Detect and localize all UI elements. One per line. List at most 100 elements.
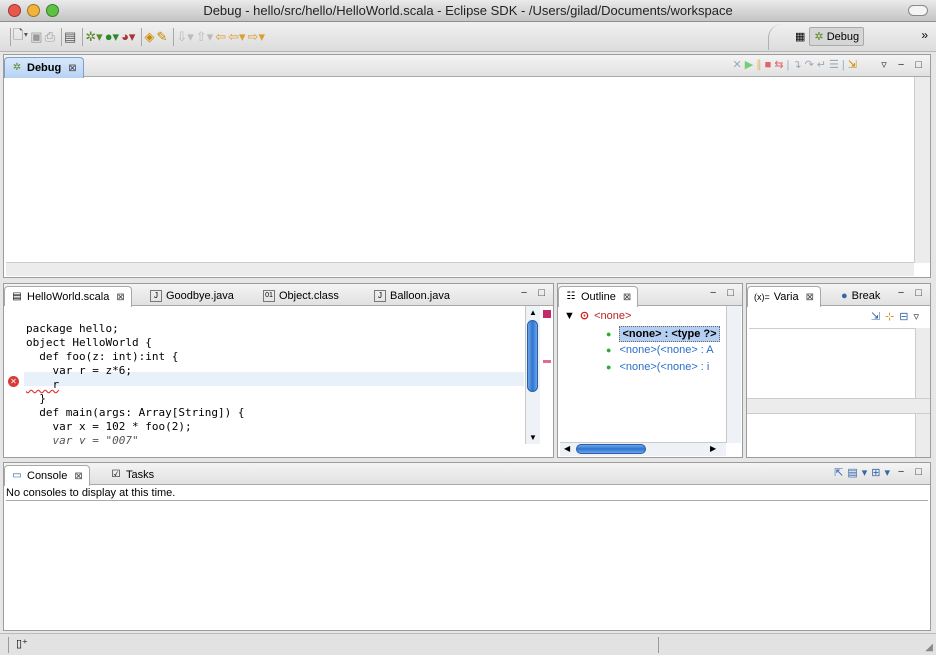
method-icon: ● [606,362,612,372]
resize-grip-icon[interactable]: ◢ [925,642,933,653]
tab-goodbye-java[interactable]: J Goodbye.java [144,286,240,306]
toolbar-toggle-button[interactable] [908,5,928,16]
error-annotation-marker[interactable] [543,360,551,363]
tab-breakpoints[interactable]: ● Break [835,286,886,306]
step-return-icon[interactable]: ↵ [817,59,829,71]
view-menu-icon[interactable]: ▿ [913,311,924,323]
collapse-all-icon[interactable]: ⊟ [899,311,913,323]
outline-root-label: <none> [594,309,632,322]
disconnect-icon[interactable]: ⇆ [774,59,786,71]
debug-tab-label: Debug [27,61,62,74]
step-into-icon[interactable]: ↴ [792,59,804,71]
tab-balloon-java[interactable]: J Balloon.java [368,286,456,306]
scroll-up-icon[interactable]: ▲ [529,308,537,317]
code-line: var y = "007" [26,434,139,444]
outline-root[interactable]: ▼ ⊙ <none> [564,309,632,323]
scroll-right-icon[interactable]: ▶ [710,444,716,453]
minimize-window-button[interactable] [27,4,40,17]
terminate-icon[interactable]: ■ [765,59,775,71]
tab-helloworld-scala[interactable]: ▤ HelloWorld.scala ⊠ [4,286,132,307]
open-task-icon[interactable]: ✎ [156,29,167,45]
outline-item[interactable]: ● <none>(<none> : A [606,344,731,356]
run-icon[interactable]: ●▾ [105,29,119,45]
tab-object-class[interactable]: 01 Object.class [257,286,345,306]
tab-console[interactable]: ▭ Console ⊠ [4,465,90,486]
prev-annotation-icon[interactable]: ⇧▾ [196,29,213,45]
open-console-icon[interactable]: ⊞▾ [871,467,894,479]
editor-scrollbar[interactable]: ▲ ▼ [525,306,540,444]
scroll-left-icon[interactable]: ◀ [564,444,570,453]
resume-icon[interactable]: ▶ [745,59,756,71]
display-console-icon[interactable]: ▤▾ [847,467,871,479]
outline-vscrollbar[interactable] [726,306,741,443]
tab-variables[interactable]: (x)= Varia ⊠ [747,286,822,307]
scroll-down-icon[interactable]: ▼ [529,433,537,442]
class-file-icon: 01 [263,290,275,302]
suspend-icon[interactable]: ∥ [756,59,765,71]
tab-label: Goodbye.java [166,289,234,302]
editor-scroll-thumb[interactable] [527,320,538,392]
outline-scroll-thumb[interactable] [576,444,646,454]
save-icon[interactable]: ▣ [30,29,42,45]
print-icon[interactable]: ⎙ [45,29,55,45]
detail-scrollbar[interactable] [915,414,930,457]
tab-debug[interactable]: ✲ Debug ⊠ [4,57,84,78]
outline-minmax[interactable]: − □ [710,287,738,299]
console-minmax[interactable]: − □ [898,466,926,478]
error-marker-icon[interactable]: ✕ [8,376,19,387]
fast-view-icon[interactable]: ▯⁺ [16,637,28,650]
collapse-icon[interactable]: ▼ [564,310,575,322]
close-window-button[interactable] [8,4,21,17]
external-tools-icon[interactable]: ◕▾ [121,29,135,45]
last-edit-icon[interactable]: ⇦ [215,29,226,45]
error-summary-icon[interactable] [543,310,551,318]
console-icon: ▭ [12,470,22,481]
binary-icon[interactable]: ▤ [64,29,76,45]
debug-scrollbar[interactable] [914,77,930,263]
variables-tab-label: Varia [773,290,799,303]
code-area[interactable]: package hello; object HelloWorld { def fo… [26,308,524,444]
perspective-overflow[interactable]: » [921,28,928,42]
back-icon[interactable]: ⇦▾ [228,29,245,45]
perspective-debug-button[interactable]: ✲ Debug [809,27,865,46]
close-tab-icon[interactable]: ⊠ [74,467,82,486]
open-perspective-icon[interactable]: ▦ [795,30,805,43]
tab-tasks[interactable]: ☑ Tasks [104,465,160,485]
close-tab-icon[interactable]: ⊠ [116,288,124,307]
debug-icon[interactable]: ✲▾ [85,29,102,45]
show-type-names-icon[interactable]: ⇲ [871,311,885,323]
editor-minmax[interactable]: − □ [521,287,549,299]
variables-scrollbar[interactable] [915,328,930,398]
outline-view: ☷ Outline ⊠ − □ ▼ ⊙ <none> ● <none> : <t… [557,283,743,458]
zoom-window-button[interactable] [46,4,59,17]
view-menu-minmax[interactable]: ▿ − □ [881,58,926,71]
pin-console-icon[interactable]: ⇱ [834,467,847,479]
step-over-icon[interactable]: ↷ [805,59,817,71]
outline-item[interactable]: ● <none> : <type ?> [606,326,746,342]
close-tab-icon[interactable]: ⊠ [623,288,631,307]
drop-to-frame-icon[interactable]: ☰ [829,59,842,71]
debug-hscrollbar[interactable] [6,262,914,276]
variables-splitter[interactable] [747,398,930,414]
new-icon[interactable]: 🗋▾ [13,26,28,48]
forward-icon[interactable]: ⇨▾ [248,29,265,45]
show-logical-icon[interactable]: ⊹ [885,311,899,323]
variables-minmax[interactable]: − □ [898,287,926,299]
open-type-icon[interactable]: ◈ [144,29,154,45]
outline-item[interactable]: ● <none>(<none> : i [606,361,731,373]
close-tab-icon[interactable]: ⊠ [806,288,814,307]
use-step-filters-icon[interactable]: ⇲ [848,59,860,71]
close-tab-icon[interactable]: ⊠ [68,59,76,78]
outline-hscrollbar[interactable]: ◀ ▶ [560,442,726,456]
variables-toolbar: ⇲⊹⊟▿ [871,310,924,323]
next-annotation-icon[interactable]: ⇩▾ [176,29,193,45]
code-line: def foo(z: int):int { [26,350,179,363]
code-line: def main(args: Array[String]) { [26,406,245,419]
java-file-icon: J [150,290,162,302]
scala-file-icon: ▤ [12,291,22,302]
remove-terminated-icon[interactable]: ✕ [732,59,744,71]
outline-item-label: <none>(<none> : A [619,344,714,356]
perspective-label: Debug [826,31,860,43]
tab-outline[interactable]: ☷ Outline ⊠ [558,286,639,307]
console-view: ▭ Console ⊠ ☑ Tasks ⇱▤▾⊞▾ − □ No console… [3,462,931,631]
